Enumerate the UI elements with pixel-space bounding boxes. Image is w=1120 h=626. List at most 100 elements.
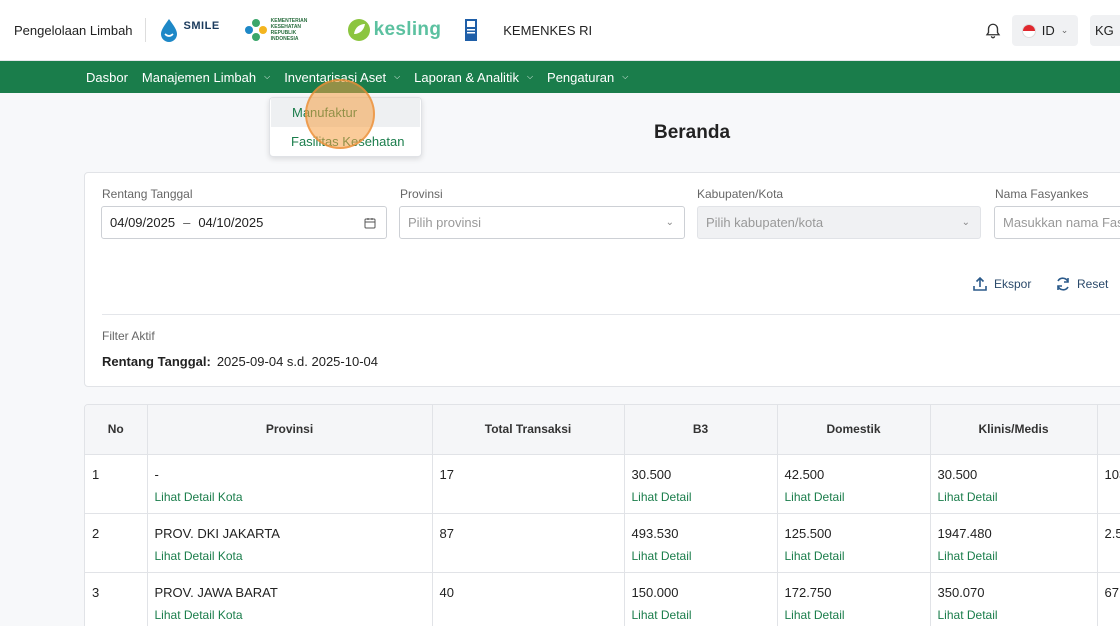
- kemenkes-logo: KEMENTERIAN KESEHATAN REPUBLIK INDONESIA: [244, 18, 323, 42]
- nav-label: Manajemen Limbah: [141, 69, 257, 85]
- nav-dasbor[interactable]: Dasbor: [86, 70, 128, 85]
- cell-domestik: 172.750 Lihat Detail: [777, 572, 931, 626]
- cell-domestik: 125.500 Lihat Detail: [777, 513, 931, 573]
- cell-provinsi: PROV. DKI JAKARTA Lihat Detail Kota: [147, 513, 433, 573]
- cell-b3: 30.500 Lihat Detail: [624, 454, 778, 514]
- chevron-down-icon: ⌵: [622, 72, 629, 81]
- chevron-down-icon: ⌵: [526, 72, 534, 81]
- chevron-down-icon: ⌵: [264, 72, 271, 81]
- date-separator: –: [183, 215, 191, 230]
- kesling-leaf-icon: [347, 19, 370, 41]
- chevron-down-icon: ⌄: [665, 217, 674, 228]
- facility-label: Nama Fasyankes: [995, 187, 1089, 201]
- cell-extra: 103: [1097, 454, 1120, 514]
- city-detail-link[interactable]: Lihat Detail Kota: [155, 490, 425, 504]
- kesling-logo-text: kesling: [373, 19, 442, 40]
- nav-label: Dasbor: [86, 69, 128, 85]
- city-label: Kabupaten/Kota: [697, 187, 784, 201]
- nav-laporan-analitik[interactable]: Laporan & Analitik ⌵: [414, 70, 533, 85]
- klinis-detail-link[interactable]: Lihat Detail: [938, 549, 1090, 563]
- chevron-down-icon: ⌄: [1060, 25, 1069, 35]
- city-select: Pilih kabupaten/kota ⌄: [697, 206, 981, 239]
- province-select[interactable]: Pilih provinsi ⌄: [399, 206, 685, 239]
- reset-label: Reset: [1077, 277, 1109, 291]
- col-no: No: [85, 405, 148, 455]
- b3-detail-link[interactable]: Lihat Detail: [632, 549, 770, 563]
- kemenkes-emblem-icon: [244, 19, 267, 41]
- klinis-value: 1947.480: [937, 525, 992, 541]
- reset-button[interactable]: Reset: [1055, 276, 1108, 292]
- menu-item-manufaktur[interactable]: Manufaktur: [271, 98, 420, 127]
- nav-inventarisasi-aset[interactable]: Inventarisasi Aset ⌵: [284, 70, 400, 85]
- col-extra: [1097, 405, 1120, 455]
- nav-pengaturan[interactable]: Pengaturan ⌵: [547, 70, 628, 85]
- table-row: 2 PROV. DKI JAKARTA Lihat Detail Kota 87 …: [85, 513, 1120, 573]
- cell-klinis: 30.500 Lihat Detail: [930, 454, 1098, 514]
- domestik-value: 172.750: [784, 584, 832, 600]
- kesling-logo: kesling: [347, 18, 442, 42]
- date-range-input[interactable]: 04/09/2025 – 04/10/2025: [101, 206, 387, 239]
- col-b3: B3: [624, 405, 778, 455]
- cell-no: 3: [85, 572, 148, 626]
- date-range-label: Rentang Tanggal: [102, 187, 193, 201]
- nav-label: Pengaturan: [547, 69, 615, 85]
- domestik-detail-link[interactable]: Lihat Detail: [785, 490, 923, 504]
- cell-provinsi: - Lihat Detail Kota: [147, 454, 433, 514]
- domestik-value: 125.500: [784, 525, 832, 541]
- export-button[interactable]: Ekspor: [972, 276, 1031, 292]
- flag-icon: [1021, 23, 1036, 38]
- city-detail-link[interactable]: Lihat Detail Kota: [155, 549, 425, 563]
- undp-logo-icon: [465, 19, 478, 41]
- b3-detail-link[interactable]: Lihat Detail: [632, 608, 770, 622]
- province-name: -: [154, 466, 159, 482]
- date-from: 04/09/2025: [110, 215, 176, 230]
- cell-extra: 2.5: [1097, 513, 1120, 573]
- language-selector[interactable]: ID ⌄: [1012, 15, 1078, 46]
- filter-panel: Rentang Tanggal 04/09/2025 – 04/10/2025 …: [84, 172, 1120, 387]
- upload-icon: [973, 276, 987, 291]
- cell-domestik: 42.500 Lihat Detail: [777, 454, 931, 514]
- domestik-detail-link[interactable]: Lihat Detail: [785, 608, 923, 622]
- b3-detail-link[interactable]: Lihat Detail: [632, 490, 770, 504]
- active-filter-value: Rentang Tanggal: 2025-09-04 s.d. 2025-10-…: [102, 354, 378, 369]
- active-filter-label: Filter Aktif: [102, 329, 155, 343]
- b3-value: 493.530: [631, 525, 679, 541]
- org-name: KEMENKES RI: [503, 22, 593, 38]
- menu-item-fasilitas-kesehatan[interactable]: Fasilitas Kesehatan: [270, 127, 421, 156]
- calendar-icon: [364, 218, 376, 229]
- cell-klinis: 1947.480 Lihat Detail: [930, 513, 1098, 573]
- nav-label: Laporan & Analitik: [414, 69, 519, 85]
- facility-input[interactable]: Masukkan nama Fasyankes: [994, 206, 1120, 239]
- active-filter-range: 2025-09-04 s.d. 2025-10-04: [216, 354, 378, 369]
- cell-klinis: 350.070 Lihat Detail: [930, 572, 1098, 626]
- date-to: 04/10/2025: [198, 215, 264, 230]
- bell-icon[interactable]: [984, 22, 1002, 40]
- smile-drop-icon: [160, 19, 177, 42]
- page-title: Beranda: [654, 122, 731, 143]
- cell-provinsi: PROV. JAWA BARAT Lihat Detail Kota: [147, 572, 433, 626]
- col-domestik: Domestik: [777, 405, 931, 455]
- facility-placeholder: Masukkan nama Fasyankes: [1003, 215, 1120, 230]
- col-total-transaksi: Total Transaksi: [432, 405, 625, 455]
- cell-no: 2: [85, 513, 148, 573]
- city-placeholder: Pilih kabupaten/kota: [706, 215, 824, 230]
- main-nav: Dasbor Manajemen Limbah ⌵ Inventarisasi …: [0, 61, 1120, 93]
- smile-logo-text: SMILE: [183, 20, 220, 32]
- avatar[interactable]: KG: [1090, 15, 1120, 46]
- domestik-detail-link[interactable]: Lihat Detail: [785, 549, 923, 563]
- klinis-detail-link[interactable]: Lihat Detail: [938, 490, 1090, 504]
- app-name: Pengelolaan Limbah: [14, 22, 133, 38]
- klinis-detail-link[interactable]: Lihat Detail: [938, 608, 1090, 622]
- table-row: 3 PROV. JAWA BARAT Lihat Detail Kota 40 1…: [85, 572, 1120, 626]
- province-name: PROV. JAWA BARAT: [154, 584, 278, 600]
- city-detail-link[interactable]: Lihat Detail Kota: [155, 608, 425, 622]
- nav-manajemen-limbah[interactable]: Manajemen Limbah ⌵: [142, 70, 270, 85]
- province-placeholder: Pilih provinsi: [408, 215, 481, 230]
- cell-no: 1: [85, 454, 148, 514]
- language-label: ID: [1041, 23, 1055, 38]
- cell-b3: 493.530 Lihat Detail: [624, 513, 778, 573]
- nav-label: Inventarisasi Aset: [284, 69, 387, 85]
- col-provinsi: Provinsi: [147, 405, 433, 455]
- refresh-icon: [1057, 277, 1069, 291]
- table-row: 1 - Lihat Detail Kota 17 30.500 Lihat Deta…: [85, 454, 1120, 514]
